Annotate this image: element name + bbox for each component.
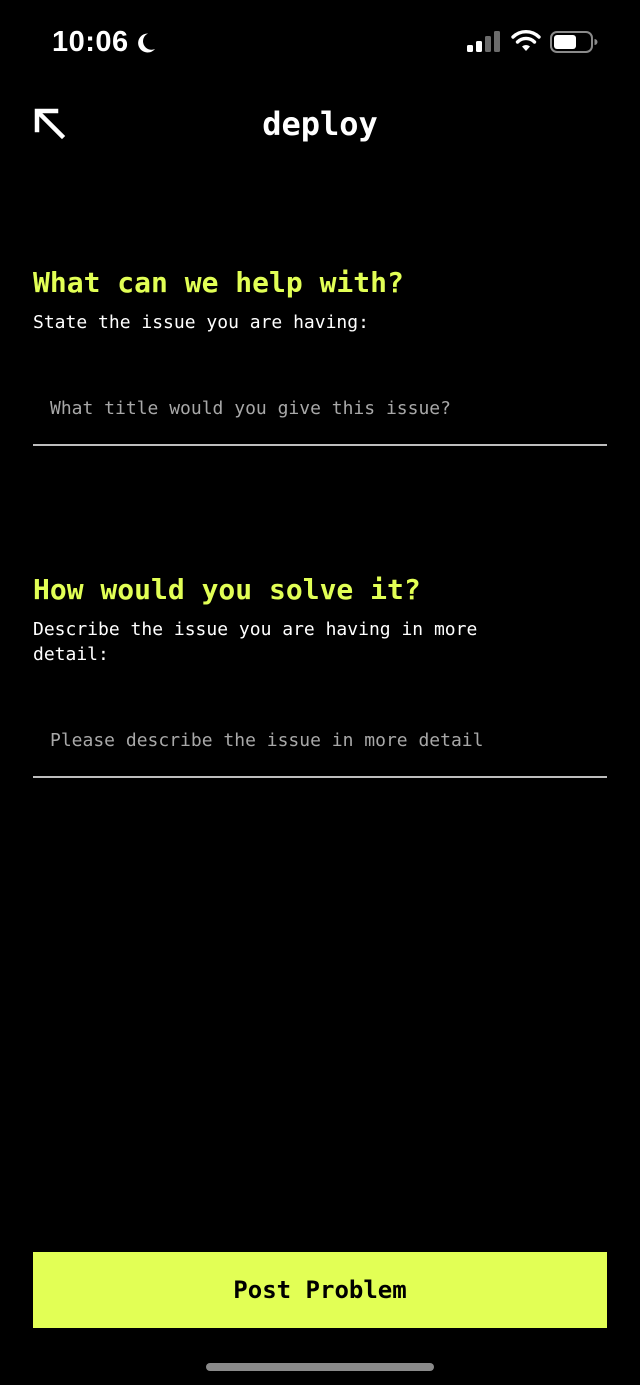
status-bar: 10:06 — [0, 0, 640, 86]
battery-icon — [550, 31, 598, 53]
status-time: 10:06 — [52, 26, 129, 58]
issue-description-input[interactable] — [33, 720, 607, 760]
header: deploy — [0, 96, 640, 156]
cellular-signal-icon — [467, 31, 500, 52]
moon-icon — [138, 33, 155, 53]
issue-description-section: How would you solve it? Describe the iss… — [33, 569, 607, 667]
issue-description-subtitle: Describe the issue you are having in mor… — [33, 619, 478, 665]
issue-title-subtitle: State the issue you are having: — [33, 312, 369, 333]
post-problem-button[interactable]: Post Problem — [33, 1252, 607, 1328]
home-indicator — [206, 1363, 434, 1371]
issue-title-heading: What can we help with? — [33, 266, 404, 299]
issue-description-field — [33, 720, 607, 778]
issue-description-heading: How would you solve it? — [33, 573, 421, 606]
issue-title-section: What can we help with? State the issue y… — [33, 262, 607, 335]
issue-title-field — [33, 388, 607, 446]
issue-title-input[interactable] — [33, 388, 607, 428]
wifi-icon — [511, 30, 541, 51]
page-title: deploy — [262, 105, 378, 143]
